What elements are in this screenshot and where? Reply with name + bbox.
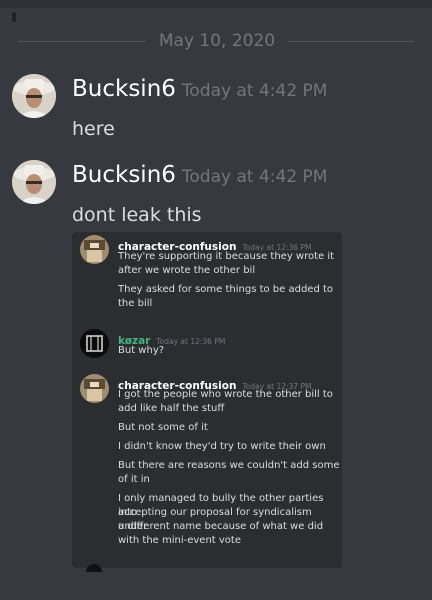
embedded-text-line: But there are reasons we couldn't add so… (118, 460, 340, 471)
embedded-text-line: with the mini-event vote (118, 535, 241, 546)
message-content: dont leak this (72, 204, 202, 226)
embedded-text-line: I didn't know they'd try to write their … (118, 441, 326, 452)
message-header: Bucksin6 Today at 4:42 PM (72, 76, 327, 102)
top-bar (0, 0, 432, 8)
embedded-avatar (80, 374, 109, 403)
avatar-image-icon (12, 160, 56, 204)
embedded-text-line: of it in (118, 474, 150, 485)
embedded-text-line: after we wrote the other bil (118, 265, 256, 276)
embedded-avatar (80, 329, 109, 358)
embedded-text-line: They're supporting it because they wrote… (118, 251, 335, 262)
character-avatar-icon (80, 235, 109, 264)
avatar[interactable] (12, 160, 56, 204)
message: Bucksin6 Today at 4:42 PM here (0, 74, 432, 146)
timestamp: Today at 4:42 PM (181, 167, 328, 187)
embedded-text-line: the bill (118, 298, 153, 309)
message: Bucksin6 Today at 4:42 PM dont leak this (0, 160, 432, 232)
kozar-avatar-icon (80, 329, 109, 358)
divider-line-left (18, 41, 146, 42)
embedded-text-line: a different name because of what we did (118, 521, 324, 532)
message-header: Bucksin6 Today at 4:42 PM (72, 162, 327, 188)
embedded-text-line: I got the people who wrote the other bil… (118, 389, 333, 400)
date-divider: May 10, 2020 (18, 28, 414, 54)
embedded-avatar (80, 235, 109, 264)
scroll-indicator (12, 12, 16, 22)
date-divider-text: May 10, 2020 (158, 31, 276, 51)
avatar-image-icon (12, 74, 56, 118)
embedded-text-line: add like half the stuff (118, 403, 225, 414)
embedded-text-line: But not some of it (118, 422, 208, 433)
username[interactable]: Bucksin6 (72, 162, 176, 188)
message-content: here (72, 118, 115, 140)
timestamp: Today at 4:42 PM (181, 81, 328, 101)
embedded-text-line: They asked for some things to be added t… (118, 284, 334, 295)
username[interactable]: Bucksin6 (72, 76, 176, 102)
embedded-text-line: But why? (118, 345, 165, 356)
divider-line-right (288, 41, 414, 42)
avatar[interactable] (12, 74, 56, 118)
image-attachment[interactable]: character-confusion Today at 12:36 PM The… (72, 232, 342, 568)
character-avatar-icon (80, 374, 109, 403)
